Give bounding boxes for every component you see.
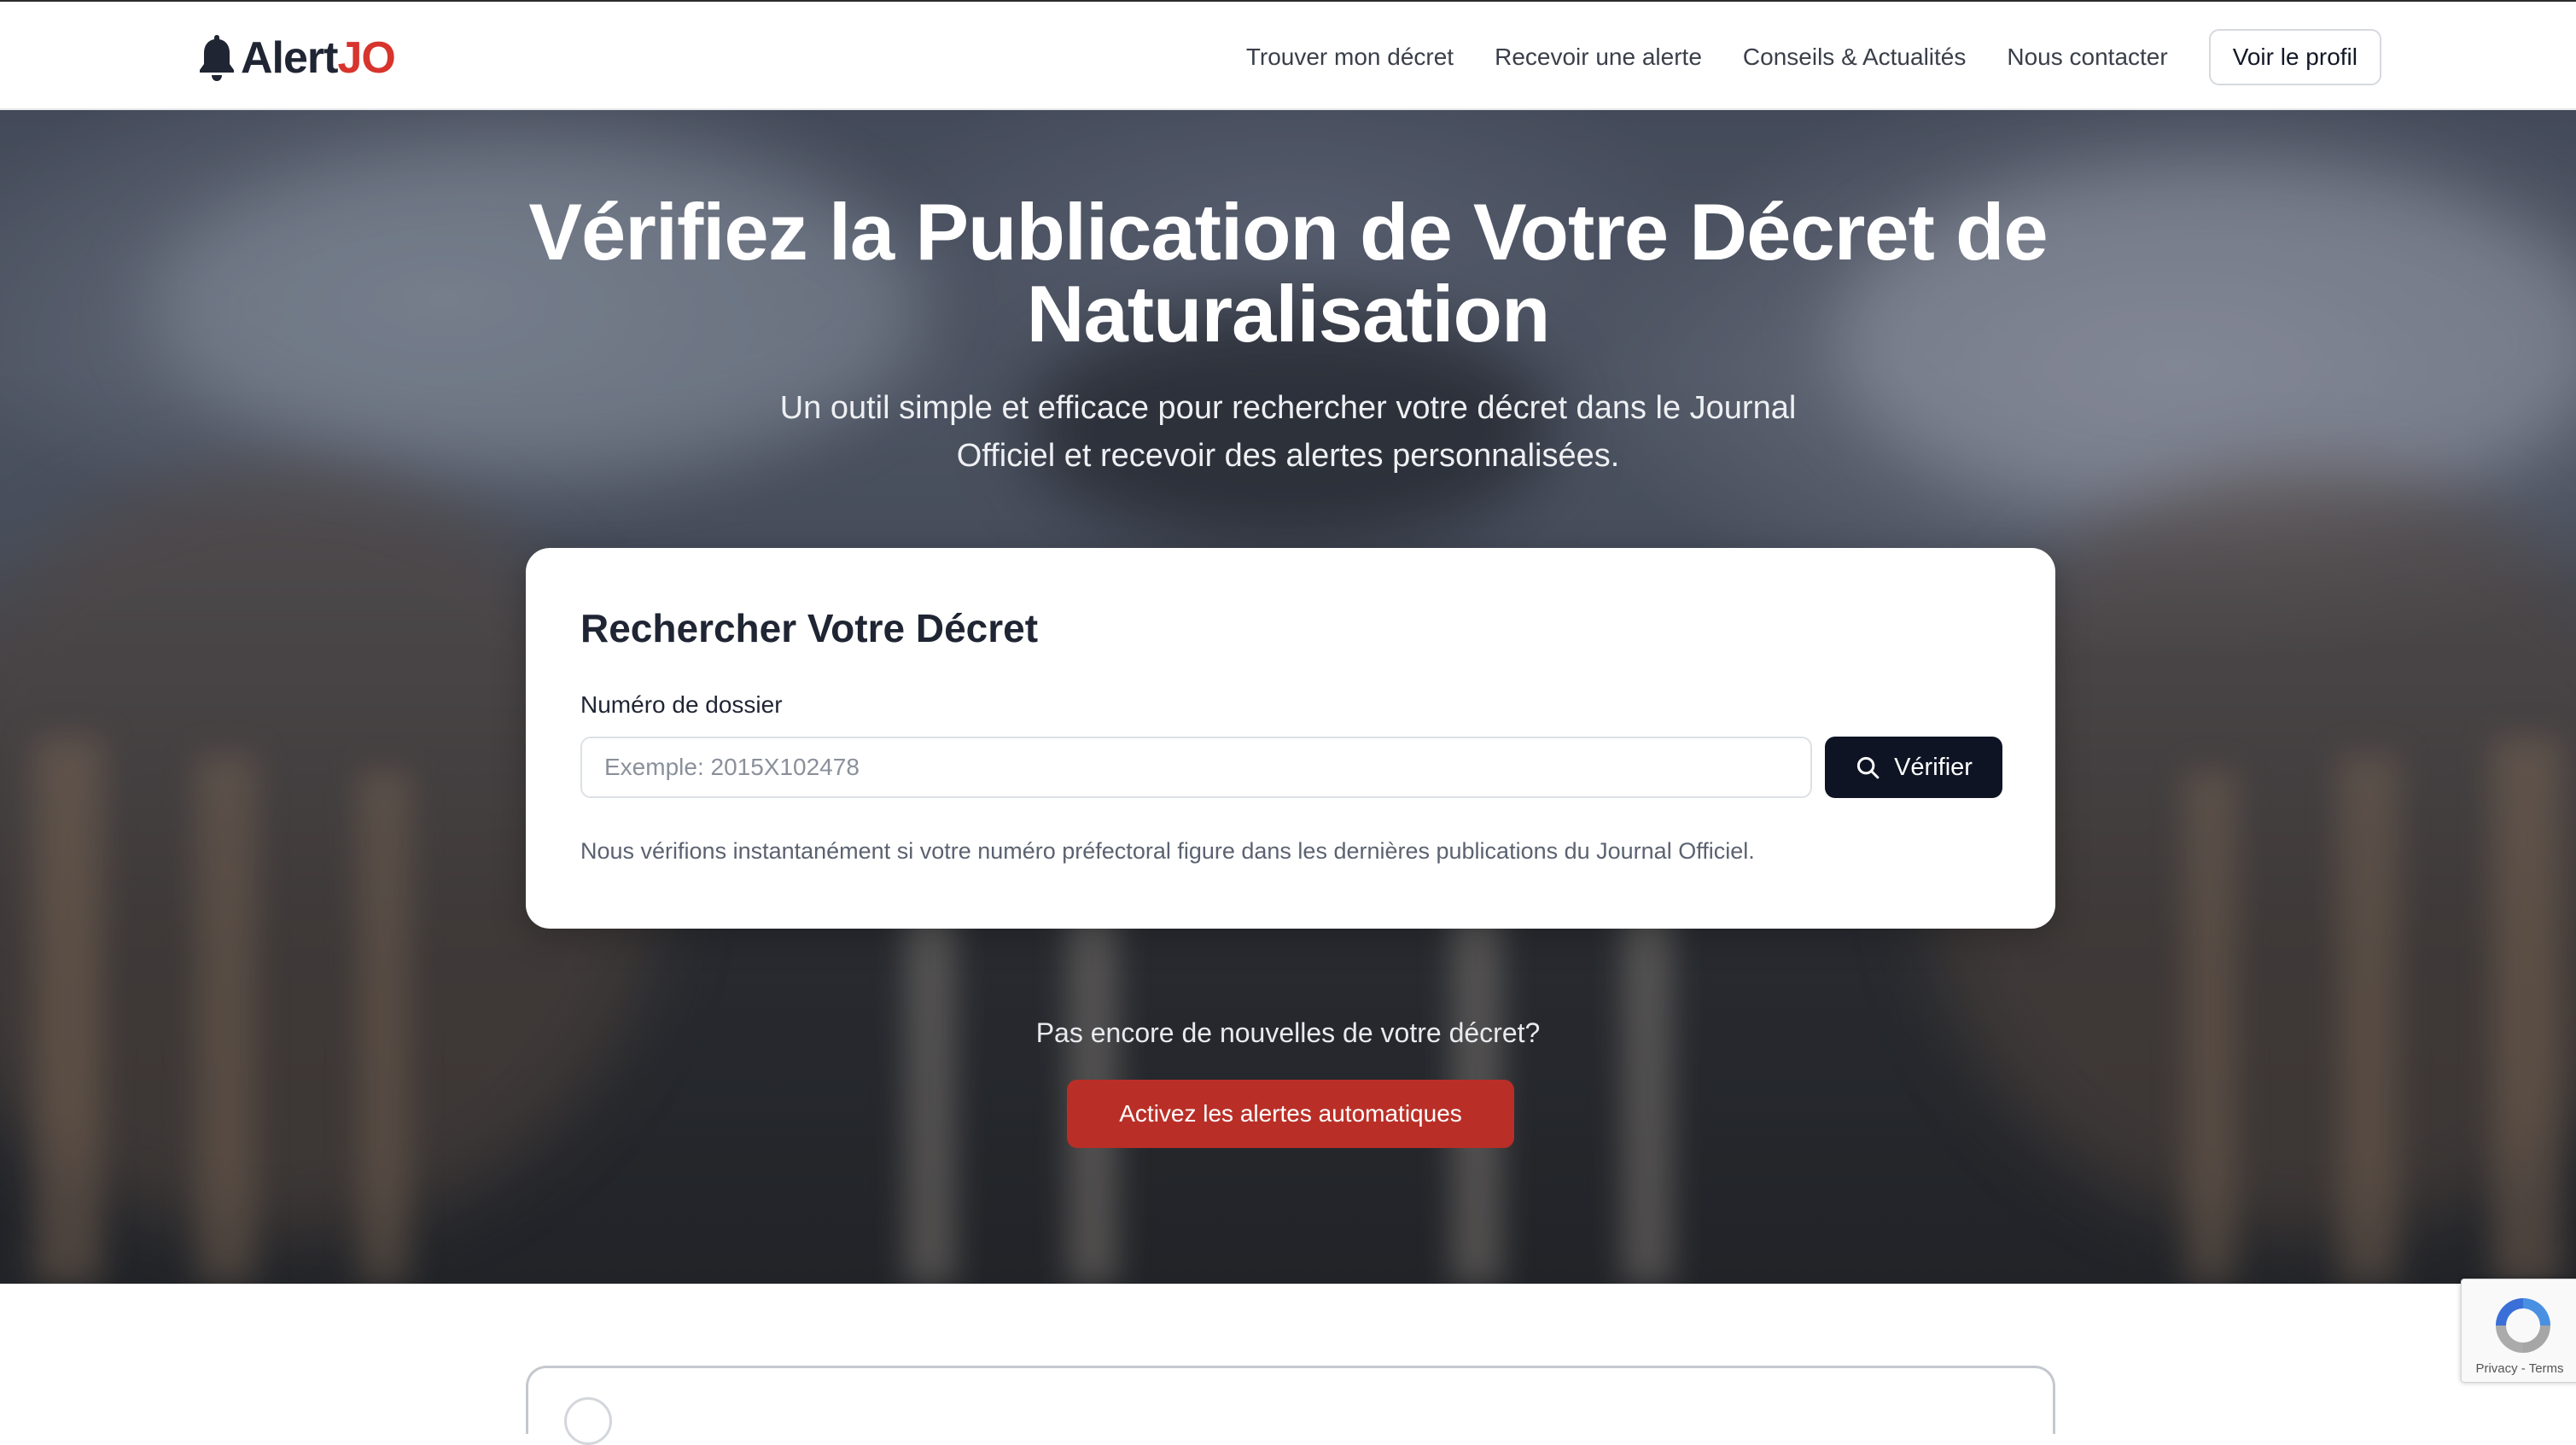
logo-wordmark: AlertJO [241,33,396,83]
verify-button[interactable]: Vérifier [1825,737,2002,798]
hero-section: Vérifiez la Publication de Votre Décret … [0,110,2576,1284]
nav-nous-contacter[interactable]: Nous contacter [2007,44,2167,71]
recaptcha-badge[interactable]: Privacy - Terms [2461,1279,2576,1383]
main-nav: Trouver mon décret Recevoir une alerte C… [1246,2,2381,112]
site-logo[interactable]: AlertJO [196,32,396,84]
recaptcha-privacy-link[interactable]: Privacy [2475,1361,2517,1376]
hero-title: Vérifiez la Publication de Votre Décret … [528,187,2048,358]
nav-trouver-decret[interactable]: Trouver mon décret [1246,44,1454,71]
bell-icon [200,35,234,81]
dossier-number-input[interactable] [580,737,1812,798]
view-profile-button[interactable]: Voir le profil [2208,28,2381,85]
verify-button-label: Vérifier [1894,753,1973,781]
hero-subtitle: Un outil simple et efficace pour recherc… [779,390,1797,474]
activate-alerts-button[interactable]: Activez les alertes automatiques [1067,1080,1514,1148]
search-card-title: Rechercher Votre Décret [580,606,1039,650]
search-card: Rechercher Votre Décret Numéro de dossie… [526,548,2055,929]
alert-prompt-text: Pas encore de nouvelles de votre décret? [1035,1017,1541,1048]
search-icon [1856,756,1880,779]
nav-recevoir-alerte[interactable]: Recevoir une alerte [1495,44,1702,71]
card-avatar [564,1397,612,1445]
recaptcha-terms-link[interactable]: Terms [2529,1361,2564,1376]
top-navbar: AlertJO Trouver mon décret Recevoir une … [0,0,2576,110]
next-section-card [526,1366,2055,1445]
search-help-text: Nous vérifions instantanément si votre n… [580,838,1755,864]
recaptcha-links: Privacy - Terms [2475,1361,2564,1376]
recaptcha-logo [2496,1298,2550,1353]
dossier-number-label: Numéro de dossier [580,691,783,718]
nav-conseils-actualites[interactable]: Conseils & Actualités [1743,44,1966,71]
